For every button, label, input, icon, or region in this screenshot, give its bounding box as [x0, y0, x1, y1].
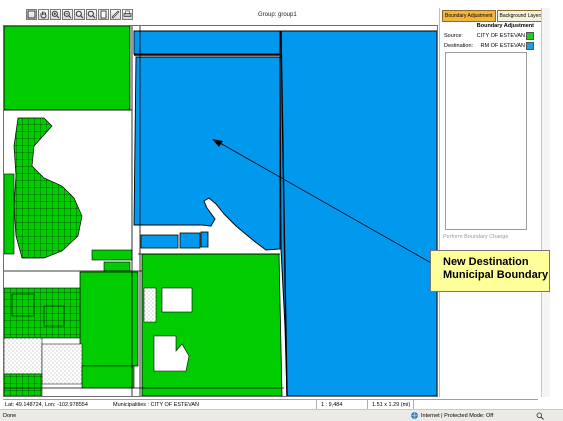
panel-title: Boundary Adjustment — [476, 23, 534, 29]
zoom-in-tool-button[interactable] — [50, 9, 61, 20]
hand-icon — [40, 11, 47, 19]
callout-line-1: New Destination — [443, 256, 529, 268]
zoom-box-tool-button[interactable] — [74, 9, 85, 20]
map-canvas[interactable] — [4, 26, 437, 396]
callout-line-2: Municipal Boundary — [443, 269, 549, 281]
source-label: Source: — [444, 33, 463, 39]
tab-background-layers[interactable]: Background Layers — [496, 10, 546, 22]
pan-tool-button[interactable] — [38, 9, 49, 20]
print-icon — [123, 10, 132, 17]
browser-status-text: Done — [3, 413, 17, 419]
municipality-readout: Municipalities : CITY OF ESTEVAN — [113, 402, 199, 408]
browser-status-bar: Done Internet | Protected Mode: Off — [0, 409, 563, 421]
extent-icon — [27, 10, 36, 19]
zoom-level-icon[interactable] — [536, 412, 544, 420]
measure-tool-button[interactable] — [110, 9, 121, 20]
destination-label: Destination: — [444, 43, 474, 49]
source-row: Source: CITY OF ESTEVAN — [444, 32, 536, 41]
extent-readout: 1.51 x 1.29 (mi) — [372, 402, 411, 408]
zoom-extent-tool-button[interactable] — [26, 9, 37, 20]
boundary-adjustment-panel: Boundary Adjustment Background Layers Bo… — [439, 8, 546, 397]
zoom-previous-tool-button[interactable] — [86, 9, 97, 20]
callout-box: New Destination Municipal Boundary — [430, 250, 550, 292]
globe-icon — [411, 412, 418, 419]
vertical-scrollbar[interactable] — [541, 8, 550, 397]
scale-readout: 1 : 9,484 — [321, 402, 343, 408]
panel-tabs: Boundary Adjustment Background Layers — [442, 10, 546, 22]
group-label: Group: group1 — [258, 12, 297, 18]
zoom-out-icon — [63, 10, 72, 19]
ruler-icon — [111, 10, 120, 19]
destination-row: Destination: RM OF ESTEVAN — [444, 42, 536, 51]
security-zone-text: Internet | Protected Mode: Off — [421, 413, 494, 419]
source-color-swatch — [526, 32, 534, 40]
boundary-change-list[interactable] — [445, 52, 527, 230]
tab-boundary-adjustment[interactable]: Boundary Adjustment — [442, 10, 496, 22]
page-icon — [100, 10, 107, 19]
zoom-in-icon — [51, 10, 60, 19]
destination-color-swatch — [526, 42, 534, 50]
map-toolbar — [26, 9, 133, 21]
source-value: CITY OF ESTEVAN — [476, 33, 525, 39]
zoom-out-tool-button[interactable] — [62, 9, 73, 20]
coordinates-readout: Lat: 49.148724, Lon: -102.978554 — [5, 402, 88, 408]
perform-boundary-change-button[interactable]: Perform Boundary Change — [443, 234, 508, 240]
map-status-bar: Lat: 49.148724, Lon: -102.978554 Municip… — [3, 399, 538, 410]
print-tool-button[interactable] — [122, 9, 133, 20]
magnifier-icon — [75, 10, 84, 19]
magnifier-icon — [87, 10, 96, 19]
select-tool-button[interactable] — [98, 9, 109, 20]
destination-value: RM OF ESTEVAN — [480, 43, 525, 49]
map-view[interactable] — [3, 25, 438, 397]
